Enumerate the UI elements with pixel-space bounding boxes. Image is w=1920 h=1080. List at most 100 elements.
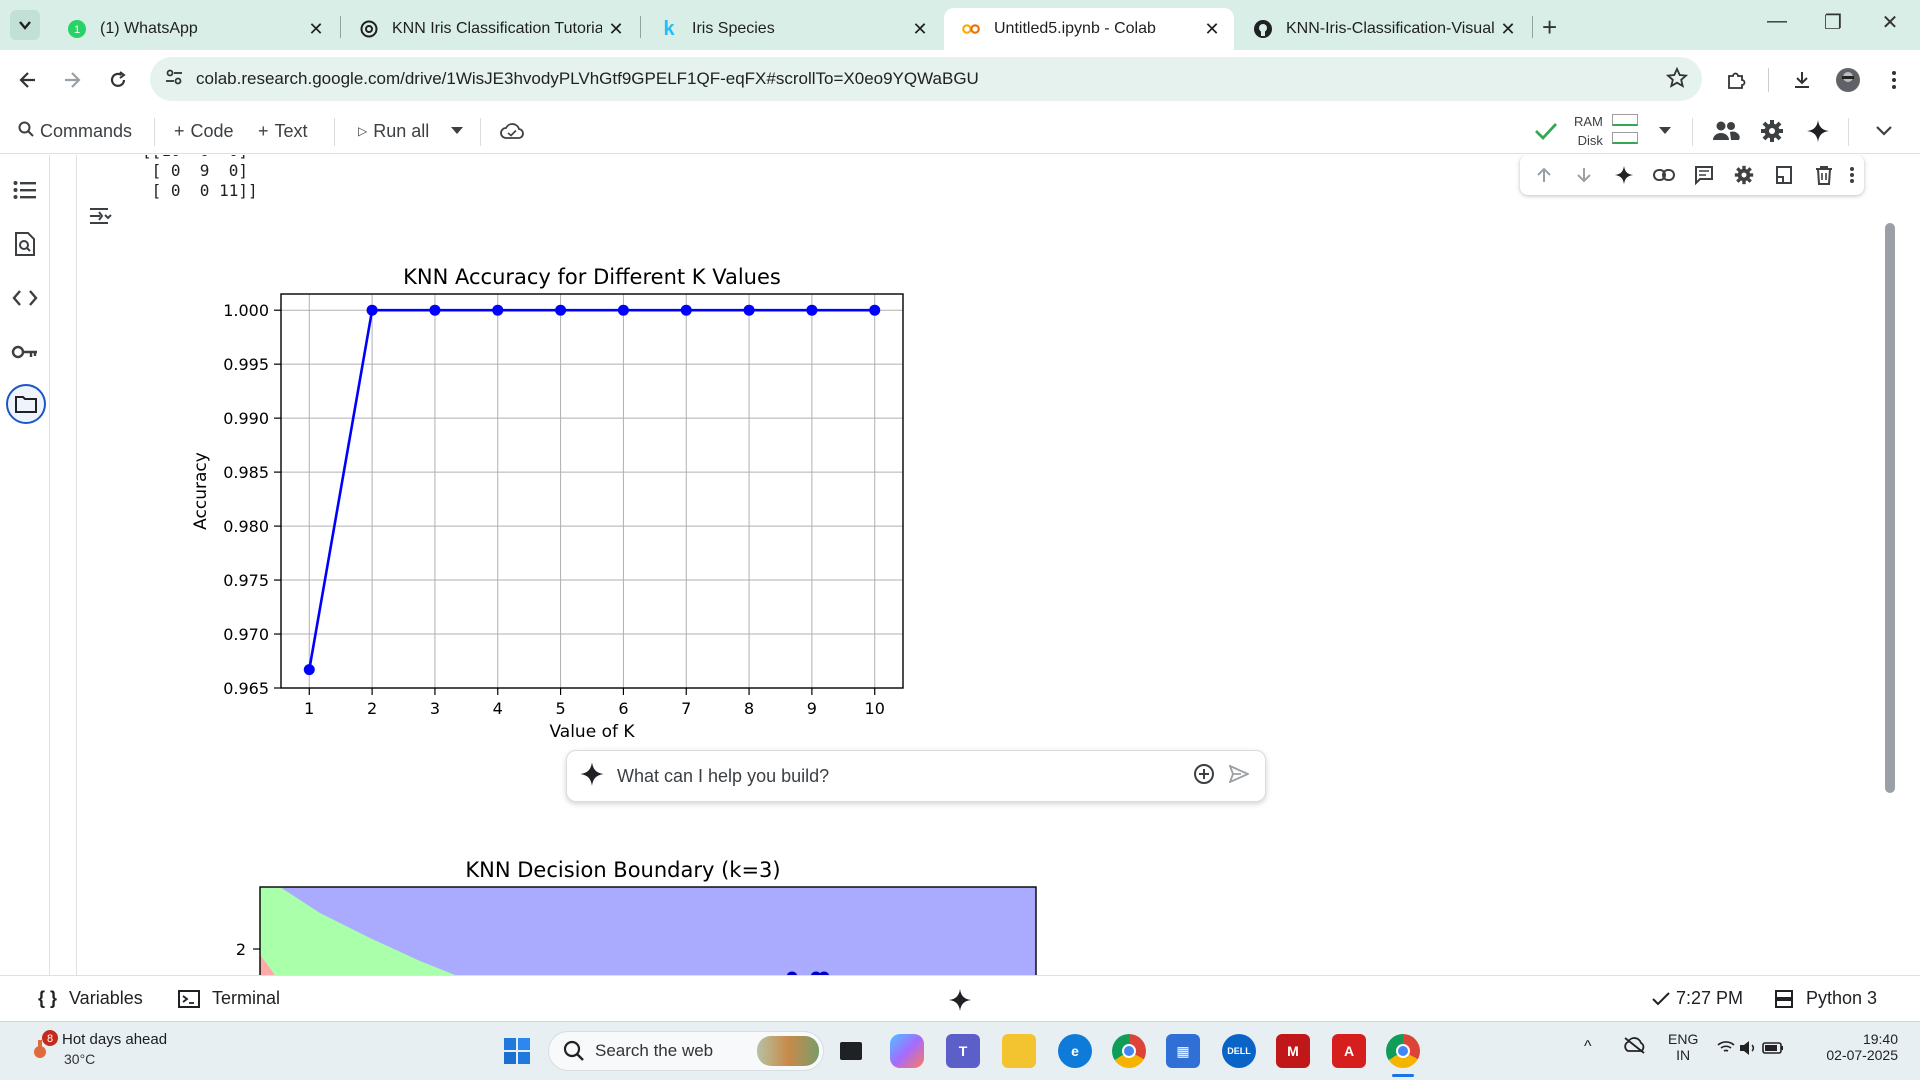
add-context-button[interactable] [1193, 763, 1215, 790]
run-all-button[interactable]: ▷ Run all [358, 118, 429, 144]
chart-grid [281, 294, 903, 689]
taskbar-search[interactable]: Search the web [548, 1031, 824, 1071]
chatgpt-icon [360, 20, 378, 38]
add-comment-button[interactable] [1692, 163, 1716, 187]
forward-button[interactable] [56, 64, 88, 96]
tab-whatsapp[interactable]: 1 (1) WhatsApp ✕ [50, 8, 338, 50]
edge-app[interactable]: e [1058, 1034, 1092, 1068]
run-all-dropdown[interactable] [450, 118, 464, 144]
resource-monitor[interactable]: RAM Disk [1574, 112, 1603, 150]
network-volume-battery[interactable] [1716, 1038, 1786, 1061]
tab-knn-tutorial[interactable]: KNN Iris Classification Tutorial ✕ [342, 8, 638, 50]
chrome-app[interactable] [1112, 1034, 1146, 1068]
tab-iris-species[interactable]: k Iris Species ✕ [642, 8, 942, 50]
y-tick-label: 2 [236, 940, 246, 959]
notebook-scrollbar[interactable] [1885, 223, 1895, 793]
gemini-cell-button[interactable] [1612, 163, 1636, 187]
copy-link-button[interactable] [1652, 163, 1676, 187]
close-tab-icon[interactable]: ✕ [906, 19, 934, 40]
share-button[interactable] [1712, 118, 1740, 144]
restore-window-button[interactable]: ❐ [1813, 10, 1853, 35]
collapse-header-button[interactable] [1876, 118, 1892, 144]
close-tab-icon[interactable]: ✕ [1494, 19, 1522, 40]
delete-cell-button[interactable] [1812, 163, 1836, 187]
close-tab-icon[interactable]: ✕ [1198, 19, 1226, 40]
task-view-button[interactable] [834, 1034, 868, 1068]
teams-icon: T [958, 1043, 968, 1059]
secrets-button[interactable] [10, 337, 40, 367]
mirror-cell-button[interactable] [1772, 163, 1796, 187]
find-replace-button[interactable] [10, 229, 40, 259]
dell-app[interactable]: DELL [1222, 1034, 1256, 1068]
add-code-cell-button[interactable]: + Code [174, 118, 234, 144]
move-cell-down-button[interactable] [1572, 163, 1596, 187]
terminal-label: Terminal [212, 988, 281, 1008]
send-button[interactable] [1228, 763, 1251, 788]
store-app[interactable]: ▦ [1166, 1034, 1200, 1068]
tab-github-repo[interactable]: KNN-Iris-Classification-Visualiza ✕ [1236, 8, 1530, 50]
more-cell-actions-button[interactable] [1844, 163, 1860, 187]
chrome-profile-app[interactable] [1386, 1034, 1420, 1068]
close-window-button[interactable]: ✕ [1870, 10, 1910, 35]
execution-status[interactable]: 7:27 PM [1652, 988, 1743, 1009]
language-indicator[interactable]: ENG IN [1668, 1031, 1698, 1063]
file-explorer-app[interactable] [1002, 1034, 1036, 1068]
tab-search-button[interactable] [10, 10, 40, 40]
minimize-window-button[interactable]: — [1757, 10, 1797, 33]
profile-avatar[interactable] [1832, 64, 1864, 96]
files-button[interactable] [6, 384, 46, 424]
add-text-cell-button[interactable]: + Text [258, 118, 308, 144]
back-button[interactable] [12, 64, 44, 96]
key-icon [11, 345, 37, 359]
new-tab-button[interactable]: + [1542, 12, 1557, 43]
start-button[interactable] [500, 1034, 534, 1068]
close-tab-icon[interactable]: ✕ [302, 19, 330, 40]
runtime-type-button[interactable]: Python 3 [1774, 988, 1877, 1009]
extensions-button[interactable] [1720, 64, 1752, 96]
commands-button[interactable]: Commands [18, 118, 132, 144]
move-cell-up-button[interactable] [1532, 163, 1556, 187]
copilot-app[interactable] [890, 1034, 924, 1068]
y-tick-label: 0.970 [223, 625, 269, 644]
site-settings-icon[interactable] [164, 67, 186, 92]
teams-app[interactable]: T [946, 1034, 980, 1068]
address-bar[interactable]: colab.research.google.com/drive/1WisJE3h… [150, 57, 1702, 101]
mcafee-app[interactable]: M [1276, 1034, 1310, 1068]
acrobat-app[interactable]: A [1332, 1034, 1366, 1068]
table-of-contents-button[interactable] [10, 175, 40, 205]
drive-save-button[interactable] [500, 118, 524, 144]
gemini-button[interactable] [1806, 118, 1830, 144]
code-snippets-button[interactable] [10, 283, 40, 313]
accuracy-point [492, 304, 504, 316]
x-tick-label: 1 [304, 699, 314, 718]
onedrive-icon[interactable] [1622, 1036, 1648, 1057]
x-tick-label: 9 [807, 699, 817, 718]
show-hidden-icons-button[interactable]: ^ [1584, 1038, 1592, 1056]
gemini-status-button[interactable] [948, 988, 972, 1012]
tab-colab-notebook[interactable]: Untitled5.ipynb - Colab ✕ [944, 8, 1234, 50]
ai-prompt-box[interactable]: What can I help you build? [566, 750, 1266, 802]
downloads-button[interactable] [1786, 64, 1818, 96]
variables-label: Variables [69, 988, 143, 1008]
bookmark-star-icon[interactable] [1665, 66, 1689, 94]
cell-settings-button[interactable] [1732, 163, 1756, 187]
edge-icon: e [1071, 1043, 1079, 1059]
close-tab-icon[interactable]: ✕ [602, 19, 630, 40]
runtime-menu-dropdown[interactable] [1658, 118, 1672, 144]
weather-widget[interactable]: 8 [28, 1030, 58, 1069]
variables-button[interactable]: { } Variables [38, 988, 143, 1009]
chevron-down-icon [19, 21, 31, 30]
y-axis-label: Accuracy [191, 452, 211, 530]
runtime-connected-icon[interactable] [1534, 118, 1558, 144]
settings-button[interactable] [1760, 118, 1784, 144]
search-icon [18, 121, 34, 142]
output-actions-button[interactable] [86, 202, 116, 232]
y-tick-label: 0.995 [223, 355, 269, 374]
terminal-button[interactable]: Terminal [178, 988, 280, 1009]
left-sidebar [0, 155, 50, 975]
browser-menu-button[interactable] [1878, 64, 1910, 96]
url-text: colab.research.google.com/drive/1WisJE3h… [196, 69, 979, 88]
chevron-down-icon [1876, 126, 1892, 136]
clock[interactable]: 19:40 02-07-2025 [1816, 1031, 1898, 1063]
reload-button[interactable] [102, 64, 134, 96]
